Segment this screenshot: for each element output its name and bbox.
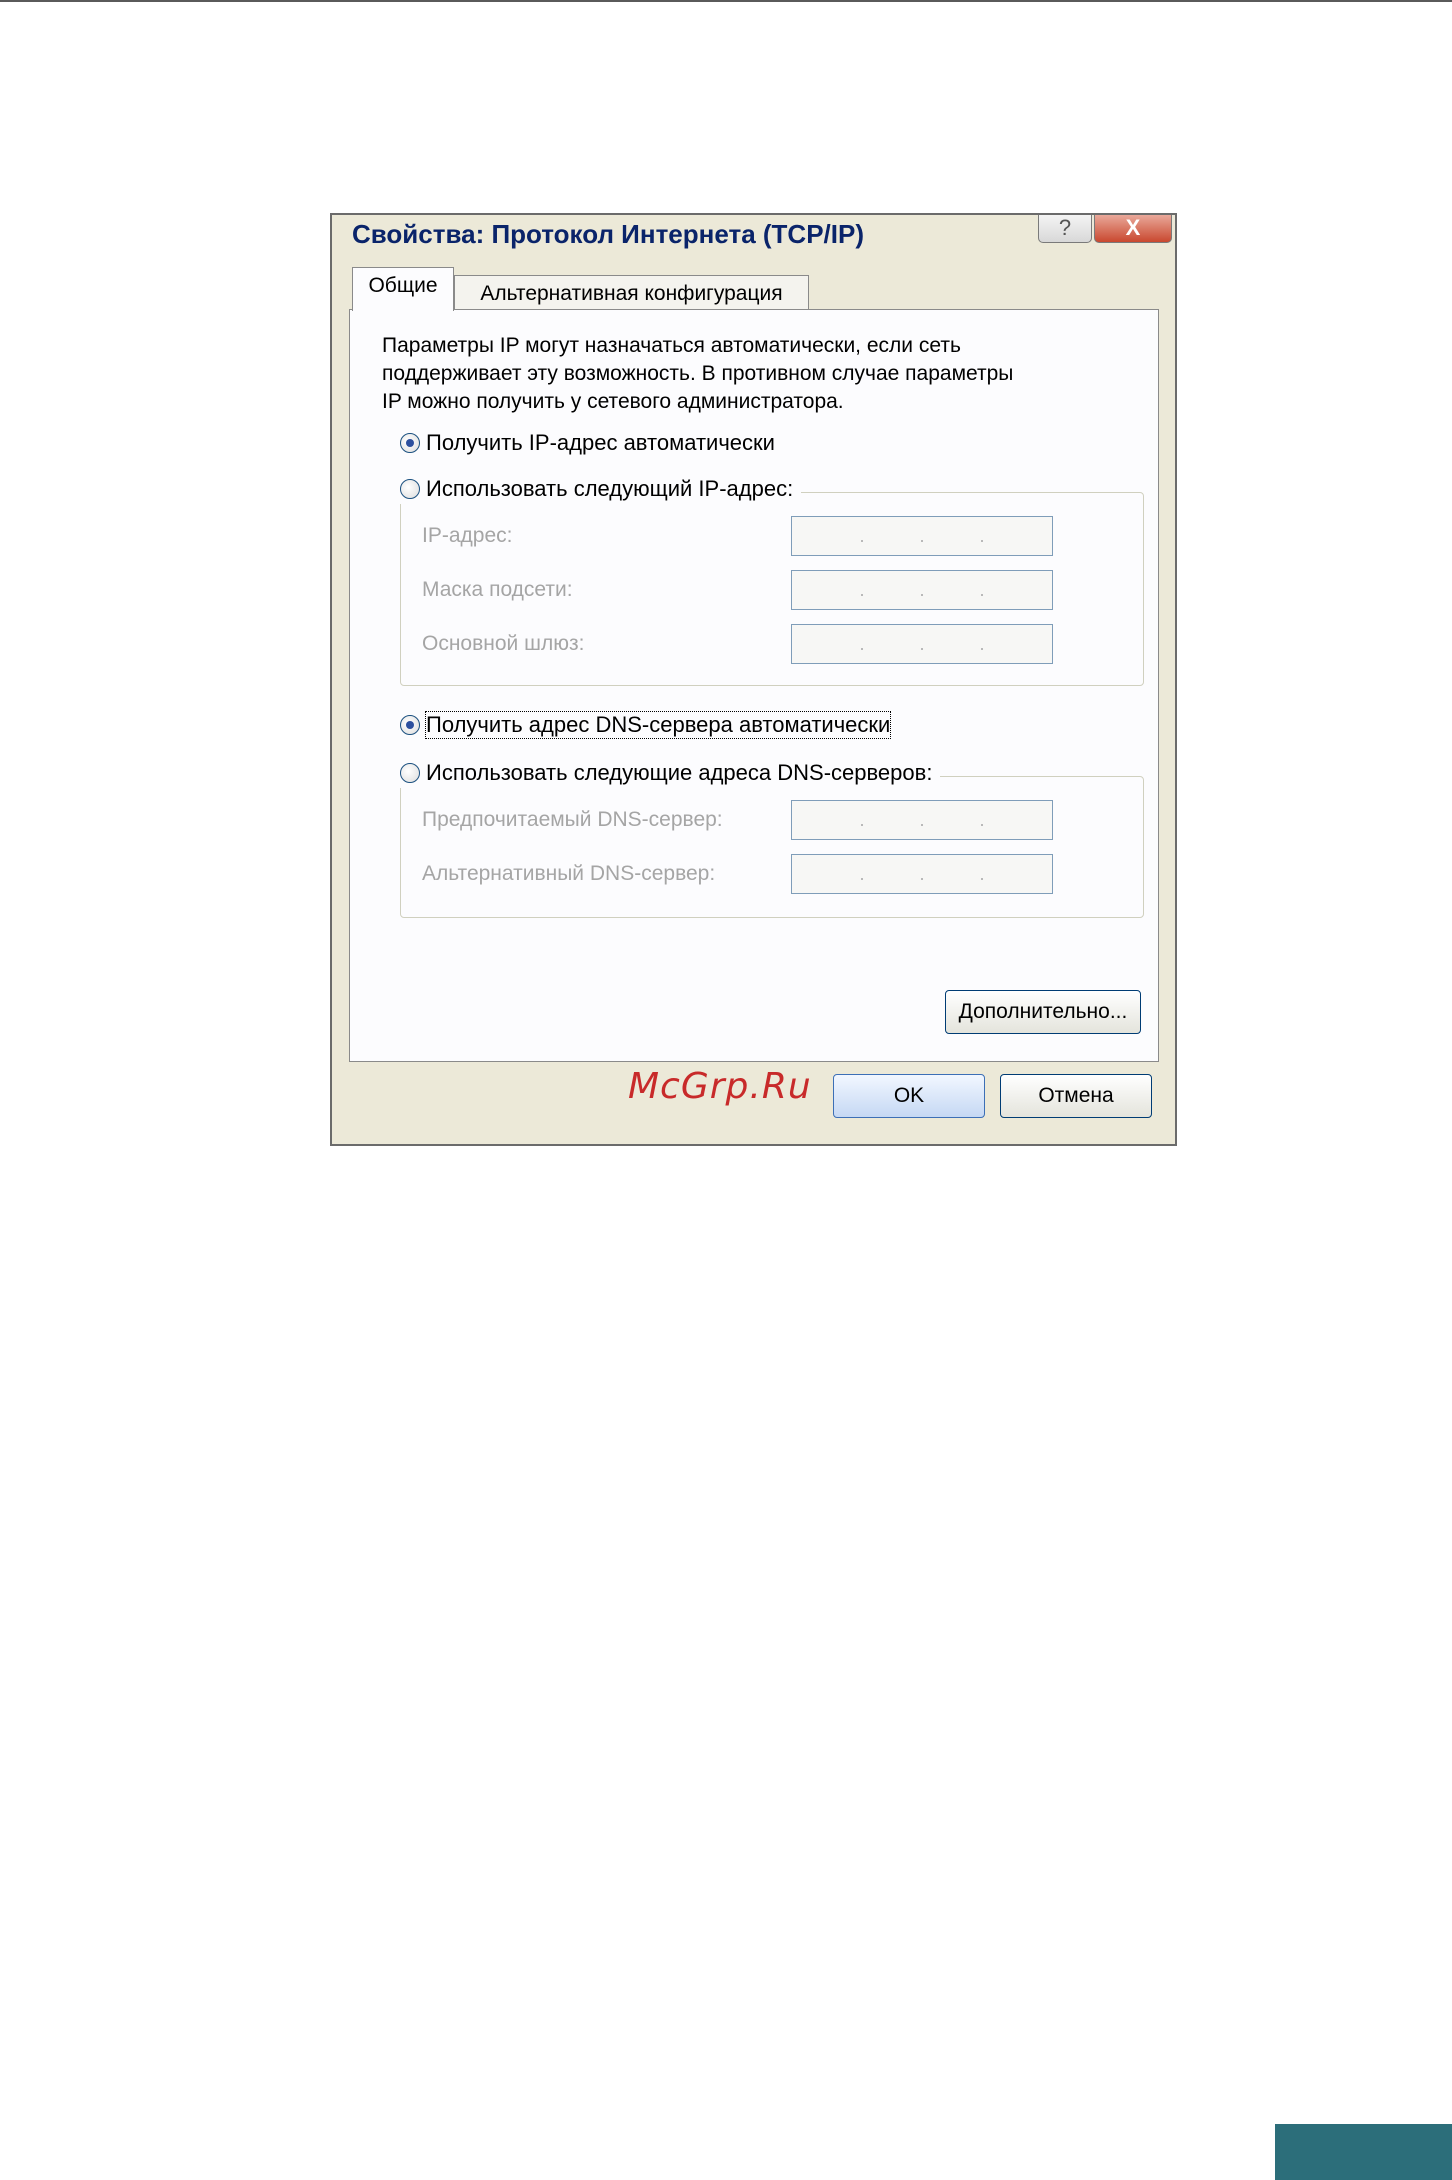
radio-button-checked[interactable] — [400, 433, 420, 453]
tab-general[interactable]: Общие — [352, 267, 454, 311]
description-text: Параметры IP могут назначаться автоматич… — [382, 332, 1122, 416]
ip-octet-separator: . — [979, 633, 985, 654]
ip-octet-separator: . — [919, 863, 925, 884]
ip-octet-separator: . — [979, 863, 985, 884]
radio-obtain-ip-auto[interactable]: Получить IP-адрес автоматически — [400, 428, 783, 458]
ip-octet-separator: . — [979, 525, 985, 546]
page-top-rule — [0, 0, 1452, 2]
radio-use-following-ip[interactable]: Использовать следующий IP-адрес: — [394, 474, 802, 504]
page-corner-tab — [1275, 2124, 1452, 2180]
preferred-dns-input: ... — [791, 800, 1053, 840]
close-button[interactable]: X — [1094, 215, 1172, 243]
ip-address-label: IP-адрес: — [422, 524, 513, 547]
ip-octet-separator: . — [859, 525, 865, 546]
alternate-dns-label: Альтернативный DNS-сервер: — [422, 862, 716, 885]
ok-button[interactable]: OK — [833, 1074, 985, 1118]
ip-octet-separator: . — [919, 809, 925, 830]
radio-label: Использовать следующие адреса DNS-сервер… — [426, 760, 933, 785]
radio-obtain-dns-auto[interactable]: Получить адрес DNS-сервера автоматически — [400, 710, 899, 740]
default-gateway-label: Основной шлюз: — [422, 632, 585, 655]
radio-button-checked[interactable] — [400, 715, 420, 735]
help-icon: ? — [1058, 215, 1072, 240]
preferred-dns-label: Предпочитаемый DNS-сервер: — [422, 808, 723, 831]
alternate-dns-input: ... — [791, 854, 1053, 894]
general-tab-panel: Параметры IP могут назначаться автоматич… — [349, 309, 1159, 1062]
advanced-button[interactable]: Дополнительно... — [945, 990, 1141, 1034]
description-line: Параметры IP могут назначаться автоматич… — [382, 334, 961, 357]
ip-address-input: ... — [791, 516, 1053, 556]
ip-octet-separator: . — [859, 579, 865, 600]
description-line: поддерживает эту возможность. В противно… — [382, 362, 1014, 385]
radio-button-unchecked[interactable] — [400, 763, 420, 783]
dialog-title: Свойства: Протокол Интернета (TCP/IP) — [352, 219, 864, 249]
dns-groupbox — [400, 776, 1144, 918]
radio-use-following-dns[interactable]: Использовать следующие адреса DNS-сервер… — [394, 758, 941, 788]
ip-octet-separator: . — [859, 863, 865, 884]
ip-octet-separator: . — [919, 579, 925, 600]
subnet-mask-label: Маска подсети: — [422, 578, 573, 601]
ip-octet-separator: . — [979, 579, 985, 600]
radio-label: Использовать следующий IP-адрес: — [426, 476, 794, 501]
radio-button-unchecked[interactable] — [400, 479, 420, 499]
subnet-mask-input: ... — [791, 570, 1053, 610]
help-button[interactable]: ? — [1038, 215, 1092, 243]
description-line: IP можно получить у сетевого администрат… — [382, 390, 844, 413]
radio-label: Получить IP-адрес автоматически — [426, 430, 775, 455]
tcpip-properties-dialog: Свойства: Протокол Интернета (TCP/IP) ? … — [330, 213, 1177, 1146]
cancel-button[interactable]: Отмена — [1000, 1074, 1152, 1118]
ip-octet-separator: . — [919, 633, 925, 654]
watermark-text: McGrp.Ru — [628, 1066, 812, 1107]
ip-octet-separator: . — [919, 525, 925, 546]
ip-octet-separator: . — [859, 633, 865, 654]
title-bar: Свойства: Протокол Интернета (TCP/IP) ? … — [332, 215, 1175, 257]
radio-label: Получить адрес DNS-сервера автоматически — [424, 711, 892, 739]
tab-alternate-configuration[interactable]: Альтернативная конфигурация — [454, 275, 809, 313]
ip-octet-separator: . — [859, 809, 865, 830]
default-gateway-input: ... — [791, 624, 1053, 664]
close-icon: X — [1125, 215, 1141, 240]
ip-octet-separator: . — [979, 809, 985, 830]
